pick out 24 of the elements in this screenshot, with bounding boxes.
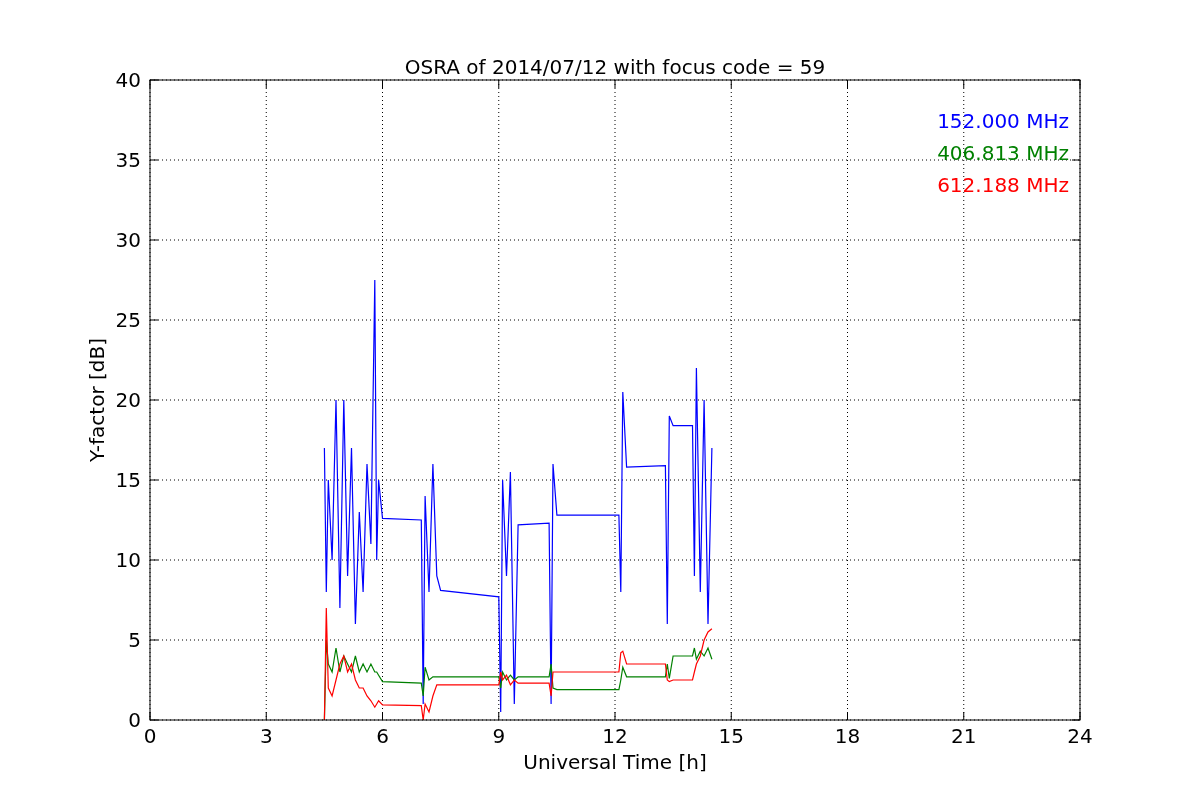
y-tick-label: 40 bbox=[115, 68, 141, 92]
y-tick-label: 35 bbox=[115, 148, 141, 172]
y-tick-label: 0 bbox=[128, 708, 141, 732]
y-tick-label: 25 bbox=[115, 308, 141, 332]
x-tick-label: 3 bbox=[259, 724, 273, 748]
y-tick-label: 15 bbox=[115, 468, 141, 492]
x-tick-label: 9 bbox=[492, 724, 506, 748]
x-tick-label: 15 bbox=[718, 724, 744, 748]
y-axis-label: Y-factor [dB] bbox=[85, 338, 109, 462]
x-tick-label: 24 bbox=[1067, 724, 1093, 748]
x-axis-label: Universal Time [h] bbox=[523, 750, 707, 774]
chart-title: OSRA of 2014/07/12 with focus code = 59 bbox=[404, 55, 826, 79]
legend-label: 406.813 MHz bbox=[937, 141, 1069, 165]
x-tick-label: 12 bbox=[602, 724, 628, 748]
x-tick-label: 6 bbox=[376, 724, 389, 748]
y-tick-label: 20 bbox=[115, 388, 141, 412]
y-tick-label: 5 bbox=[128, 628, 141, 652]
y-tick-label: 10 bbox=[115, 548, 141, 572]
legend-label: 152.000 MHz bbox=[937, 109, 1069, 133]
x-tick-label: 18 bbox=[834, 724, 861, 748]
y-tick-label: 30 bbox=[115, 228, 141, 252]
legend-label: 612.188 MHz bbox=[937, 173, 1069, 197]
x-tick-label: 21 bbox=[951, 724, 977, 748]
x-tick-label: 0 bbox=[143, 724, 157, 748]
